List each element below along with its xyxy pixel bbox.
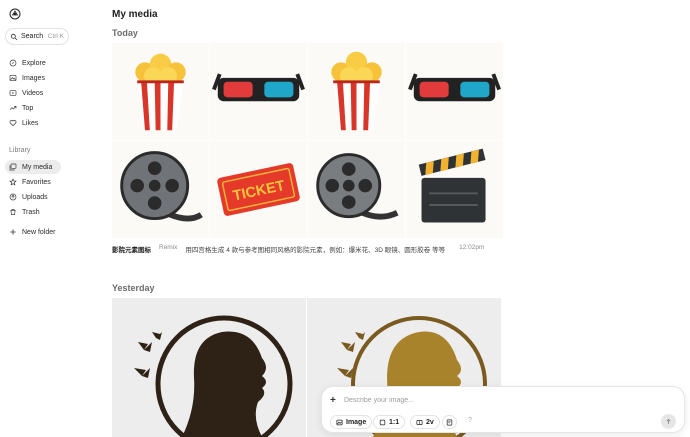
group-title-today: Today: [112, 28, 138, 38]
preset-icon: [446, 419, 453, 425]
clapperboard-icon: [418, 148, 486, 223]
media-icon: [9, 163, 17, 171]
image-tile[interactable]: [308, 43, 405, 140]
sidebar-item-favorites[interactable]: Favorites: [5, 175, 61, 189]
search-shortcut: Ctrl K: [47, 33, 64, 40]
group-title-yesterday: Yesterday: [112, 283, 155, 293]
arrow-up-icon: [666, 418, 671, 424]
variation-count-label: 2v: [426, 418, 434, 426]
sidebar-item-uploads[interactable]: Uploads: [5, 190, 61, 204]
popcorn-icon: [331, 51, 382, 131]
sidebar-item-images[interactable]: Images: [5, 71, 61, 85]
sidebar-item-likes[interactable]: Likes: [5, 116, 61, 130]
sidebar: Search Ctrl K Explore Images Videos Top …: [0, 0, 96, 437]
caption-prompt: 用四宫格生成 4 款与参考图相同风格的影院元素，例如：爆米花、3D 眼镜、圆形胶…: [185, 247, 446, 254]
sidebar-item-label: Favorites: [22, 178, 51, 186]
search-button[interactable]: Search Ctrl K: [5, 28, 69, 45]
image-tile[interactable]: [112, 43, 209, 140]
heart-icon: [9, 120, 17, 127]
image-tile[interactable]: [406, 43, 503, 140]
search-icon: [10, 33, 18, 40]
aspect-ratio-selector[interactable]: 1:1: [373, 415, 406, 429]
caption-time: 12:02pm: [459, 244, 485, 251]
caption-title[interactable]: 影院元素图标: [112, 244, 151, 254]
image-tile[interactable]: TICKET: [210, 141, 307, 238]
sidebar-item-explore[interactable]: Explore: [5, 56, 61, 70]
sidebar-item-label: Top: [22, 104, 34, 112]
3d-glasses-icon: [408, 73, 501, 102]
add-attachment-button[interactable]: +: [330, 395, 336, 406]
new-folder-label: New folder: [22, 228, 56, 236]
sidebar-item-label: Explore: [22, 59, 46, 67]
3d-glasses-icon: [212, 73, 305, 102]
sidebar-item-trash[interactable]: Trash: [5, 205, 61, 219]
popcorn-icon: [135, 53, 186, 131]
sidebar-item-videos[interactable]: Videos: [5, 86, 61, 100]
sidebar-item-label: My media: [22, 163, 53, 171]
variation-count-selector[interactable]: 2v: [410, 415, 440, 429]
sidebar-item-my-media[interactable]: My media: [5, 160, 61, 174]
today-image-grid: TICKET: [112, 43, 503, 238]
ticket-icon: TICKET: [217, 163, 300, 216]
prompt-composer: + Image 1:1 2v ?: [321, 386, 685, 433]
prompt-input[interactable]: [344, 393, 644, 407]
search-label: Search: [21, 33, 44, 40]
image-tile[interactable]: [308, 141, 405, 238]
sidebar-item-label: Videos: [22, 89, 44, 97]
sidebar-item-label: Images: [22, 74, 45, 82]
film-reel-icon: [120, 151, 203, 222]
image-tile[interactable]: [112, 141, 209, 238]
mode-label: Image: [346, 418, 367, 426]
plus-icon: [10, 229, 16, 235]
woman-silhouette-image: [134, 315, 293, 437]
video-icon: [9, 90, 17, 96]
image-tile[interactable]: [210, 43, 307, 140]
sidebar-item-label: Uploads: [22, 193, 48, 201]
mode-selector[interactable]: Image: [330, 415, 373, 429]
app-logo-icon[interactable]: [9, 8, 21, 20]
film-reel-icon: [316, 153, 399, 220]
trending-icon: [9, 106, 17, 110]
square-icon: [379, 419, 386, 425]
image-tile[interactable]: [112, 298, 306, 437]
image-icon: [336, 419, 343, 425]
sidebar-item-label: Likes: [22, 119, 39, 127]
star-icon: [9, 178, 17, 186]
remix-link[interactable]: Remix: [159, 244, 177, 254]
library-section-label: Library: [9, 147, 31, 154]
image-tile[interactable]: [406, 141, 503, 238]
new-folder-button[interactable]: New folder: [5, 225, 61, 239]
image-icon: [9, 75, 17, 81]
trash-icon: [10, 209, 16, 215]
upload-icon: [9, 193, 17, 201]
help-button[interactable]: ?: [468, 417, 472, 424]
image-caption: 影院元素图标 Remix 用四宫格生成 4 款与参考图相同风格的影院元素，例如：…: [112, 244, 492, 254]
page-title: My media: [112, 9, 158, 20]
submit-button[interactable]: [661, 414, 676, 429]
aspect-ratio-label: 1:1: [389, 418, 400, 426]
sidebar-item-top[interactable]: Top: [5, 101, 61, 115]
app-root: Search Ctrl K Explore Images Videos Top …: [0, 0, 690, 437]
style-selector[interactable]: [442, 415, 457, 429]
compass-icon: [9, 59, 17, 67]
sidebar-item-label: Trash: [22, 208, 40, 216]
grid-icon: [416, 419, 423, 425]
